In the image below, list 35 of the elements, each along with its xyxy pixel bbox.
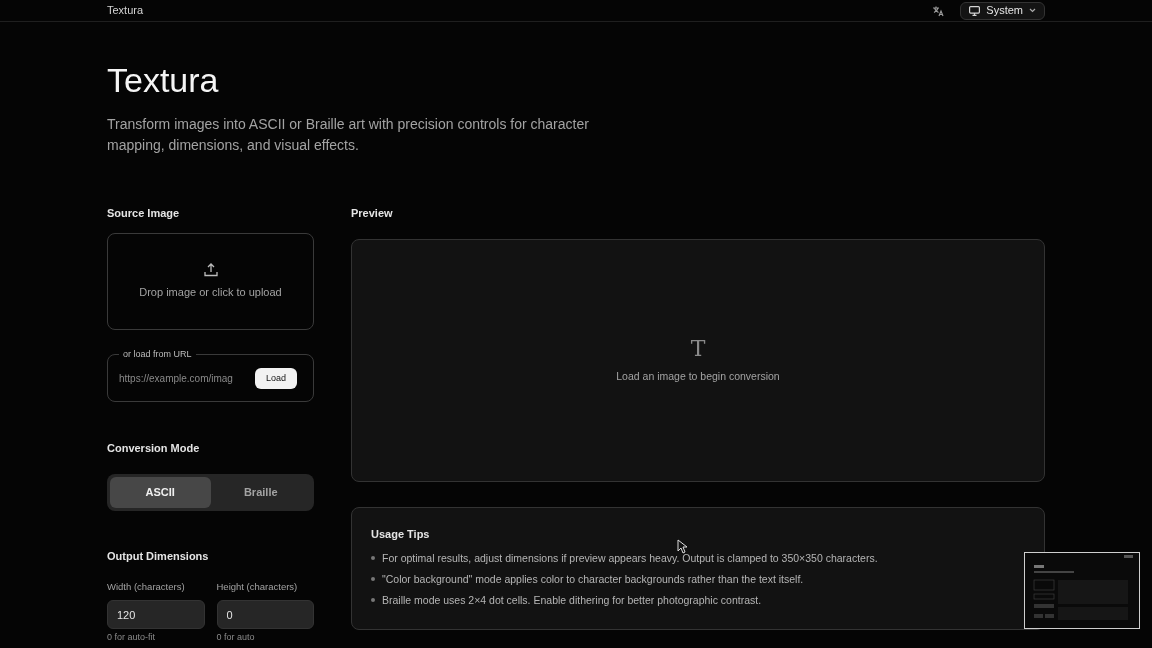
tip-text: For optimal results, adjust dimensions if preview appears heavy. Output is clamped to 350×350 characters. bbox=[382, 551, 878, 565]
text-glyph-icon: T bbox=[690, 338, 706, 361]
mode-tab[interactable]: ASCII bbox=[110, 477, 211, 508]
mouse-cursor-icon bbox=[677, 539, 687, 554]
bullet-icon bbox=[371, 556, 375, 560]
mode-tab[interactable]: Braille bbox=[210, 477, 311, 508]
bullet-icon bbox=[371, 598, 375, 602]
language-icon[interactable] bbox=[932, 4, 945, 17]
field-hint: 0 for auto bbox=[216, 632, 256, 643]
screenshot-thumbnail[interactable] bbox=[1024, 552, 1140, 629]
upload-dropzone[interactable]: Drop image or click to upload bbox=[107, 233, 314, 330]
field-label: Height (characters) bbox=[216, 581, 299, 593]
section-label: Conversion Mode bbox=[107, 441, 201, 455]
url-panel: or load from URL https://example.com/imag Load bbox=[107, 348, 314, 402]
number-input[interactable]: 0 bbox=[216, 600, 314, 629]
url-input[interactable]: https://example.com/imag bbox=[119, 370, 247, 386]
page-title: Textura bbox=[107, 60, 220, 100]
number-input[interactable]: 120 bbox=[107, 600, 205, 629]
empty-state-message: Load an image to begin conversion bbox=[616, 369, 780, 385]
tip-text: Braille mode uses 2×4 dot cells. Enable dithering for better photographic contrast. bbox=[382, 593, 762, 607]
tip-text: "Color background" mode applies color to character backgrounds rather than the text itself. bbox=[382, 572, 804, 586]
section-label: Source Image bbox=[107, 206, 181, 220]
page-description: Transform images into ASCII or Braille art with precision controls for character mapping, dimensions, and visual effects. bbox=[107, 115, 590, 155]
section-label: Output Dimensions bbox=[107, 549, 210, 563]
field-hint: 0 for auto-fit bbox=[107, 632, 157, 643]
field-label: Width (characters) bbox=[107, 581, 186, 593]
theme-select[interactable]: System bbox=[960, 1, 1045, 20]
caret-icon bbox=[1029, 8, 1036, 13]
brand-name[interactable]: Textura bbox=[107, 5, 144, 16]
tips-title: Usage Tips bbox=[371, 527, 431, 541]
monitor-icon bbox=[969, 5, 981, 16]
load-button[interactable]: Load bbox=[255, 367, 298, 389]
bullet-icon bbox=[371, 577, 375, 581]
upload-icon bbox=[202, 262, 219, 279]
section-label: Preview bbox=[351, 206, 394, 220]
